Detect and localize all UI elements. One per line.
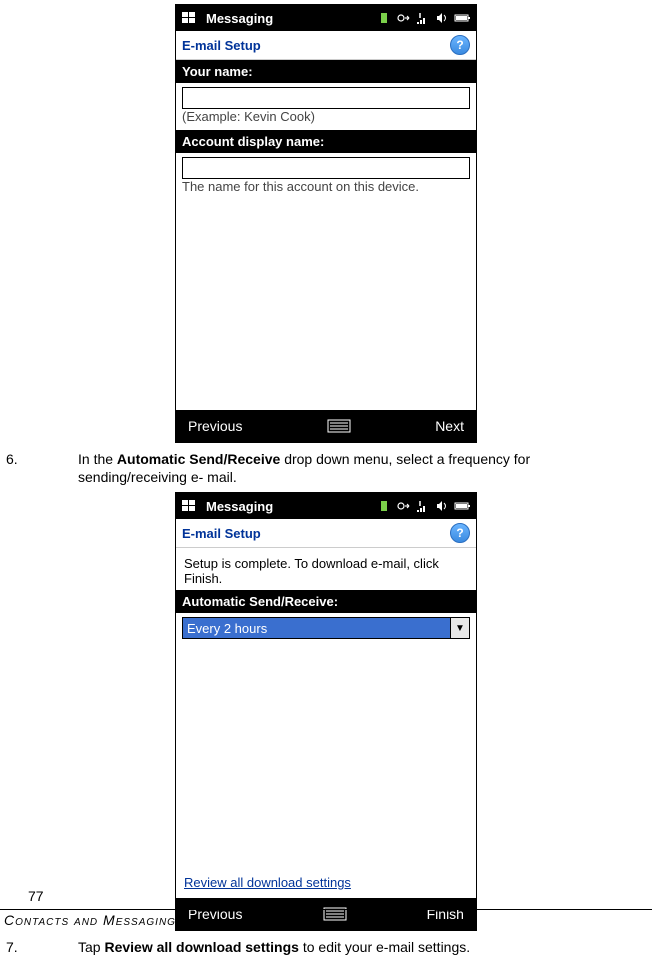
connection-icon [396, 500, 410, 512]
screenshot-email-setup-finish: Messaging E-mail Setup ? Setup is comple… [175, 492, 477, 931]
previous-button[interactable]: Previous [188, 418, 242, 434]
footer-divider [0, 909, 652, 910]
sync-icon [378, 12, 390, 24]
windows-start-icon[interactable] [180, 9, 198, 27]
screenshot-email-setup-name: Messaging E-mail Setup ? Your name: (Exa… [175, 4, 477, 443]
signal-icon [416, 12, 430, 24]
connection-icon [396, 12, 410, 24]
your-name-example: (Example: Kevin Cook) [176, 109, 476, 130]
your-name-label: Your name: [176, 60, 476, 83]
account-display-label: Account display name: [176, 130, 476, 153]
signal-icon [416, 500, 430, 512]
battery-icon [454, 500, 472, 512]
chevron-down-icon: ▼ [450, 618, 469, 638]
auto-send-receive-dropdown[interactable]: Every 2 hours ▼ [182, 617, 470, 639]
dropdown-value: Every 2 hours [187, 621, 267, 636]
step-number: 6. [42, 451, 62, 469]
bottom-bar: Previous Next [176, 410, 476, 442]
app-title: Messaging [204, 11, 372, 26]
volume-icon [436, 12, 448, 24]
auto-send-receive-label: Automatic Send/Receive: [176, 590, 476, 613]
volume-icon [436, 500, 448, 512]
your-name-input[interactable] [182, 87, 470, 109]
page-number: 77 [28, 888, 44, 904]
bottom-bar: Previous Finish [176, 898, 476, 930]
screen-header: E-mail Setup [182, 526, 450, 541]
step-number: 7. [42, 939, 62, 957]
header-row: E-mail Setup ? [176, 31, 476, 60]
screen-header: E-mail Setup [182, 38, 450, 53]
review-all-settings-link[interactable]: Review all download settings [176, 871, 476, 898]
instruction-step-6: 6.In the Automatic Send/Receive drop dow… [0, 451, 652, 486]
account-display-hint: The name for this account on this device… [176, 179, 476, 200]
windows-start-icon[interactable] [180, 497, 198, 515]
app-title: Messaging [204, 499, 372, 514]
help-icon[interactable]: ? [450, 35, 470, 55]
setup-complete-text: Setup is complete. To download e-mail, c… [176, 548, 476, 590]
sync-icon [378, 500, 390, 512]
instruction-step-7: 7.Tap Review all download settings to ed… [0, 939, 652, 957]
account-display-input[interactable] [182, 157, 470, 179]
status-bar: Messaging [176, 493, 476, 519]
next-button[interactable]: Next [435, 418, 464, 434]
battery-icon [454, 12, 472, 24]
footer-section-title: Contacts and Messaging [0, 912, 176, 928]
header-row: E-mail Setup ? [176, 519, 476, 548]
status-bar: Messaging [176, 5, 476, 31]
keyboard-icon[interactable] [327, 418, 351, 434]
help-icon[interactable]: ? [450, 523, 470, 543]
